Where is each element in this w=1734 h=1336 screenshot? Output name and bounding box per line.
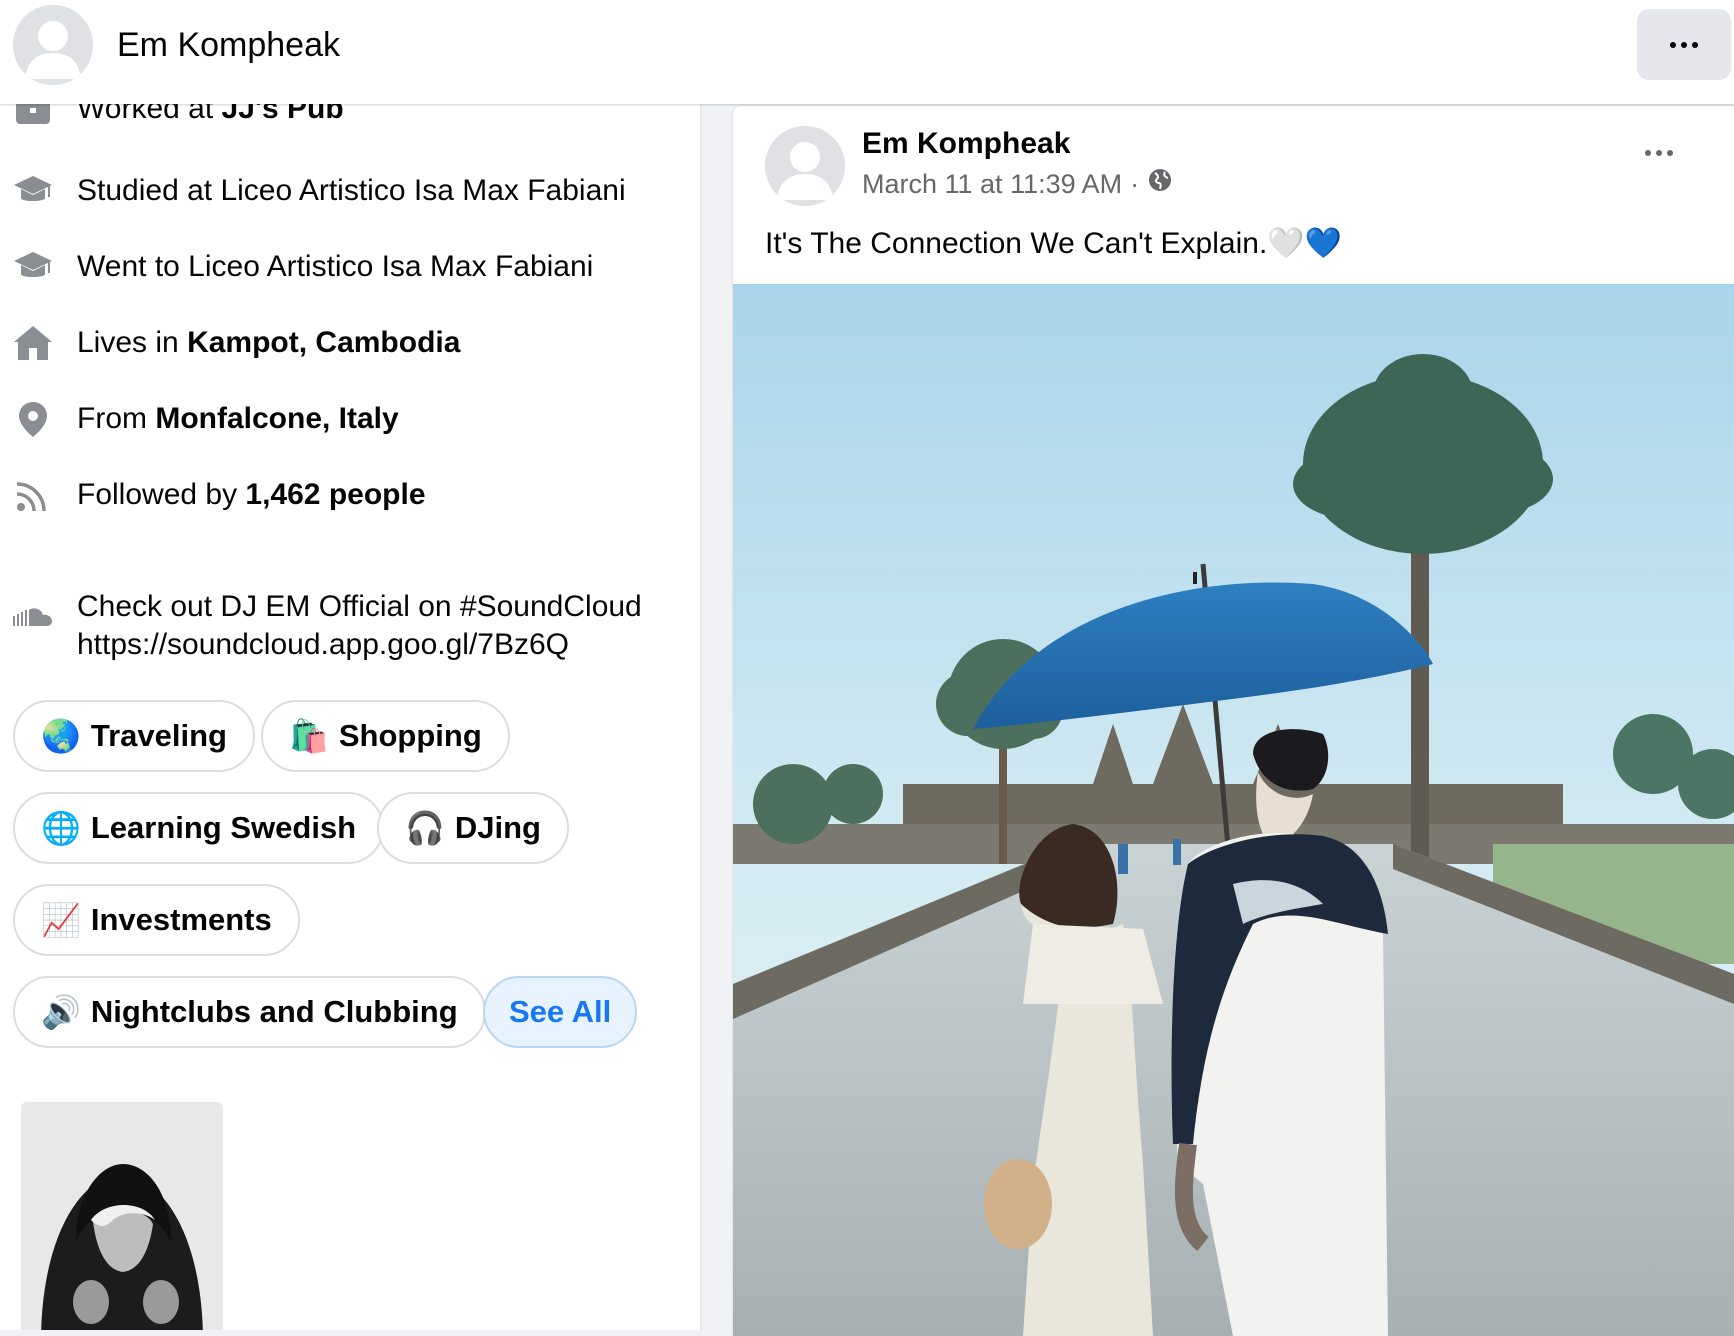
hobby-chip-djing[interactable]: 🎧 DJing xyxy=(377,792,569,864)
lives-place-link[interactable]: Kampot, Cambodia xyxy=(187,326,460,359)
profile-name: Em Kompheak xyxy=(117,26,340,64)
post-text: It's The Connection We Can't Explain.🤍💙 xyxy=(765,227,1342,260)
post-options-button[interactable] xyxy=(1645,150,1673,156)
map-pin-icon xyxy=(12,398,54,440)
intro-went: Went to Liceo Artistico Isa Max Fabiani xyxy=(0,236,690,296)
featured-photo[interactable] xyxy=(21,1102,223,1330)
headphones-icon: 🎧 xyxy=(405,810,445,846)
post-author-name[interactable]: Em Kompheak xyxy=(862,126,1070,162)
post-photo[interactable] xyxy=(733,284,1734,1336)
followers-link[interactable]: 1,462 people xyxy=(245,478,425,511)
profile-avatar[interactable] xyxy=(13,5,93,85)
shopping-bags-icon: 🛍️ xyxy=(289,718,329,754)
post-meta: March 11 at 11:39 AM · xyxy=(862,166,1173,202)
home-icon xyxy=(12,322,54,364)
more-dots-icon xyxy=(1645,150,1673,156)
profile-header-bar: Em Kompheak xyxy=(0,0,1734,104)
soundcloud-link[interactable]: https://soundcloud.app.goo.gl/7Bz6Q xyxy=(77,628,569,661)
globe-icon[interactable] xyxy=(1147,166,1173,202)
column-divider xyxy=(700,0,702,1330)
hobby-chip-nightclubs[interactable]: 🔊 Nightclubs and Clubbing xyxy=(13,976,486,1048)
soundcloud-icon xyxy=(12,598,54,640)
globe-icon: 🌐 xyxy=(41,810,81,846)
more-dots-icon xyxy=(1670,41,1698,48)
intro-panel: Worked at JJ's Pub Studied at Liceo Arti… xyxy=(0,0,700,1330)
graduation-cap-icon xyxy=(12,170,54,212)
intro-followers: Followed by 1,462 people xyxy=(0,464,690,524)
rss-icon xyxy=(12,474,54,516)
globe-asia-icon: 🌏 xyxy=(41,718,81,754)
intro-bio: Check out DJ EM Official on #SoundCloud … xyxy=(0,588,690,668)
hobby-chip-shopping[interactable]: 🛍️ Shopping xyxy=(261,700,510,772)
see-all-hobbies-button[interactable]: See All xyxy=(483,976,638,1048)
from-place-link[interactable]: Monfalcone, Italy xyxy=(155,402,398,435)
speaker-icon: 🔊 xyxy=(41,994,81,1030)
post-author-avatar[interactable] xyxy=(765,126,845,206)
hobby-chip-investments[interactable]: 📈 Investments xyxy=(13,884,300,956)
hobby-chip-traveling[interactable]: 🌏 Traveling xyxy=(13,700,255,772)
profile-more-button[interactable] xyxy=(1637,9,1731,80)
intro-studied: Studied at Liceo Artistico Isa Max Fabia… xyxy=(0,160,690,220)
intro-lives: Lives in Kampot, Cambodia xyxy=(0,312,690,372)
post-timestamp[interactable]: March 11 at 11:39 AM xyxy=(862,166,1122,202)
graduation-cap-icon xyxy=(12,246,54,288)
intro-from: From Monfalcone, Italy xyxy=(0,388,690,448)
post-card: Em Kompheak March 11 at 11:39 AM · It's … xyxy=(733,106,1734,1336)
chart-increasing-icon: 📈 xyxy=(41,902,81,938)
hobby-chip-learning-swedish[interactable]: 🌐 Learning Swedish xyxy=(13,792,385,864)
